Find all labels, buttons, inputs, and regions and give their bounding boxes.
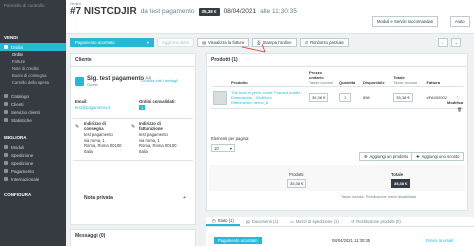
tab-spedizione[interactable]: ▭ Mezzi di spedizione (1) <box>284 217 345 226</box>
products-table-wrap: Prodotto Prezzo unitario Tasse incluse Qu… <box>207 67 467 111</box>
edit-column-label: Modifica <box>447 100 464 105</box>
column-header: Disponibile <box>360 69 392 87</box>
customer-card: Cliente Sig. test pagamento #4 Guest Gua… <box>70 53 196 225</box>
stock-value: 898 <box>360 86 392 109</box>
table-row: The best is yet to come' Framed poster -… <box>211 86 463 109</box>
edit-shipping-icon[interactable]: ✎ <box>75 124 79 130</box>
chevron-down-icon: ▾ <box>229 146 232 151</box>
unit-price-sub: Tasse incluse <box>309 80 334 85</box>
address-line: Roma, Roma 00100 <box>84 143 122 148</box>
tab-label: Restituzione prodotti (0) <box>356 219 401 224</box>
plus-icon[interactable]: + <box>183 195 186 201</box>
validated-orders-label: Ordini convalidati: <box>139 99 176 104</box>
column-header: Prezzo unitario Tasse incluse <box>307 69 337 87</box>
clock-icon: ◷ <box>212 218 216 223</box>
column-header: Quantità <box>337 69 361 87</box>
status-badge: Pagamento accettato <box>214 237 262 244</box>
column-header: Totale Tasse incluse <box>391 69 425 87</box>
plus-circle-icon: ⊕ <box>364 154 368 159</box>
invoice-value: #FA000002 <box>424 86 454 109</box>
quantity-value: 1 <box>339 93 352 102</box>
per-page-select[interactable]: 10 ▾ <box>211 144 235 152</box>
tab-label: Documenti (1) <box>251 219 278 224</box>
return-icon: ↺ <box>350 219 355 224</box>
tag-icon: ✚ <box>416 154 420 159</box>
product-name-link[interactable]: The best is yet to come' Framed poster -… <box>231 90 305 100</box>
unit-price-value: 35,38 € <box>309 93 329 102</box>
truck-icon: ▭ <box>289 219 294 224</box>
user-icon <box>75 77 84 86</box>
total-sub: Tasse incluse <box>393 80 418 85</box>
address-line: Roma, Roma 00100 <box>139 143 177 148</box>
tab-label: Stato (1) <box>217 218 234 223</box>
messages-title: Messaggi (0) <box>75 233 106 239</box>
order-total-label: Totale <box>391 172 404 177</box>
per-page-value: 10 <box>214 146 219 151</box>
resend-email-link[interactable]: Rinvia la email <box>426 238 453 243</box>
order-total-value: 35,38 € <box>391 179 411 188</box>
totals-panel <box>209 165 465 191</box>
private-note-label: Nota privata <box>84 195 113 201</box>
add-discount-label: Aggiungi uno sconto <box>421 154 460 159</box>
product-reference: Riferimento: demo_6 <box>231 100 269 105</box>
products-total-label: Prodotti <box>289 172 304 177</box>
shipping-address: test pagamento via roma, 1 Roma, Roma 00… <box>84 132 121 154</box>
unit-price-header: Prezzo unitario <box>309 70 324 80</box>
order-tabs: ◷ Stato (1) ▤ Documenti (1) ▭ Mezzi di sped… <box>206 217 474 227</box>
products-card: Prodotti (1) Prodotto Prezzo unitario Tas… <box>206 53 468 211</box>
address-line: Italia <box>84 148 93 154</box>
products-total-value: 35,38 € <box>287 179 307 188</box>
product-thumbnail <box>213 90 227 105</box>
add-product-label: Aggiungi un prodotto <box>369 154 409 159</box>
address-line: Italia <box>139 148 148 154</box>
divider <box>73 160 193 161</box>
shipping-address-label: Indirizzo di consegna <box>84 121 106 131</box>
billing-address-label: Indirizzo di fatturazione <box>139 121 163 131</box>
products-title: Prodotti (1) <box>207 54 467 67</box>
customer-details-link[interactable]: Guarda tutti i dettagli <box>141 78 178 83</box>
divider <box>73 118 193 119</box>
add-product-button[interactable]: ⊕ Aggiungi un prodotto <box>359 152 414 161</box>
line-total-value: 35,38 € <box>393 93 413 102</box>
validated-orders-count: 1 <box>139 105 146 110</box>
billing-address: test pagamento via roma, 1 Roma, Roma 00… <box>139 132 176 154</box>
customer-header: Sig. test pagamento #4 Guest <box>75 76 151 87</box>
tab-stato[interactable]: ◷ Stato (1) <box>206 217 240 226</box>
messages-card: Messaggi (0) <box>70 229 196 246</box>
status-date: 08/04/2021 11:30:35 <box>332 238 371 243</box>
column-header: Fattura <box>424 69 454 87</box>
trash-icon[interactable]: 🗑 <box>457 107 462 112</box>
edit-billing-icon[interactable]: ✎ <box>131 124 135 130</box>
products-table: Prodotto Prezzo unitario Tasse incluse Qu… <box>211 69 463 109</box>
customer-card-title: Cliente <box>71 54 195 67</box>
add-discount-button[interactable]: ✚ Aggiungi uno sconto <box>411 152 465 161</box>
tab-label: Mezzi di spedizione (1) <box>295 219 339 224</box>
column-header: Prodotto <box>229 69 307 87</box>
customer-email-link[interactable]: test@pagamento.it <box>75 105 110 110</box>
per-page-label: Elementi per pagina: <box>211 136 250 141</box>
tax-note: Tasse incluse. Restituzione merci disabi… <box>341 195 417 199</box>
email-label: Email: <box>75 99 88 104</box>
tab-documenti[interactable]: ▤ Documenti (1) <box>240 217 284 226</box>
status-history-panel: Pagamento accettato 08/04/2021 11:30:35 … <box>206 227 474 246</box>
table-header-row: Prodotto Prezzo unitario Tasse incluse Qu… <box>211 69 463 87</box>
tab-restituzione[interactable]: ↺ Restituzione prodotti (0) <box>345 217 407 226</box>
document-icon: ▤ <box>245 219 250 224</box>
